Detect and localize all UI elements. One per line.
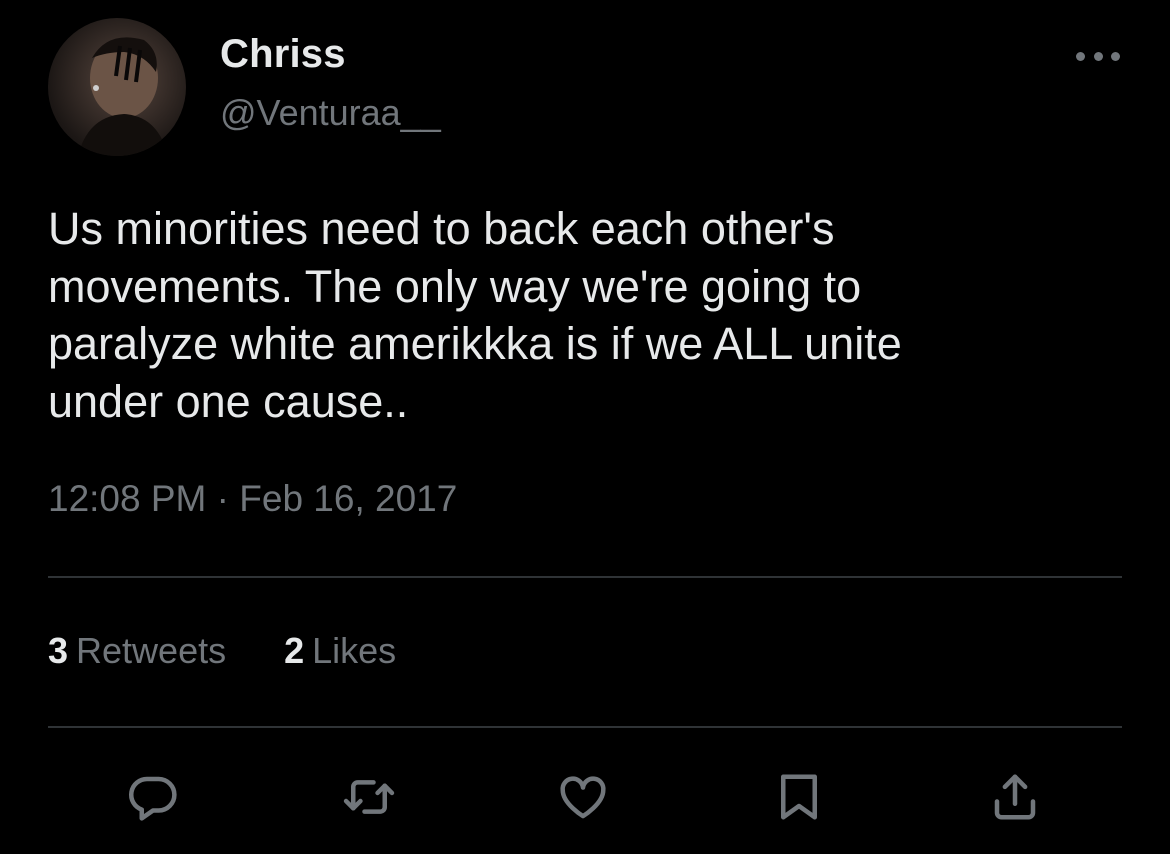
like-button[interactable] bbox=[554, 768, 612, 826]
more-options-icon[interactable] bbox=[1072, 38, 1124, 74]
more-dot bbox=[1093, 51, 1103, 61]
retweet-icon bbox=[343, 780, 395, 814]
retweets-count: 3 bbox=[48, 630, 69, 671]
avatar[interactable] bbox=[48, 18, 186, 156]
divider bbox=[48, 576, 1122, 578]
more-dot bbox=[1076, 51, 1085, 61]
tweet-time[interactable]: 12:08 PM bbox=[48, 478, 206, 519]
reply-icon bbox=[128, 776, 177, 821]
username-handle[interactable]: @Venturaa__ bbox=[220, 92, 441, 134]
retweets-stat[interactable]: 3 Retweets bbox=[48, 630, 226, 672]
tweet-date[interactable]: Feb 16, 2017 bbox=[239, 478, 457, 519]
likes-label: Likes bbox=[312, 630, 397, 671]
likes-count: 2 bbox=[284, 630, 305, 671]
bookmark-icon bbox=[781, 774, 817, 820]
more-dot bbox=[1111, 51, 1120, 61]
likes-stat[interactable]: 2 Likes bbox=[284, 630, 396, 672]
engagement-stats: 3 Retweets 2 Likes bbox=[48, 630, 396, 672]
retweets-label: Retweets bbox=[76, 630, 227, 671]
profile-photo-icon bbox=[78, 37, 168, 156]
reply-button[interactable] bbox=[124, 768, 182, 826]
like-icon bbox=[560, 776, 606, 819]
tweet-timestamp: 12:08 PM · Feb 16, 2017 bbox=[48, 478, 457, 520]
retweet-button[interactable] bbox=[340, 768, 398, 826]
meta-separator: · bbox=[216, 478, 229, 519]
display-name[interactable]: Chriss bbox=[220, 32, 346, 77]
share-button[interactable] bbox=[986, 768, 1044, 826]
bookmark-button[interactable] bbox=[770, 768, 828, 826]
share-icon bbox=[994, 774, 1036, 820]
divider bbox=[48, 726, 1122, 728]
tweet-detail: Chriss @Venturaa__ Us minorities need to… bbox=[0, 0, 1170, 854]
tweet-text: Us minorities need to back each other's … bbox=[48, 203, 902, 427]
